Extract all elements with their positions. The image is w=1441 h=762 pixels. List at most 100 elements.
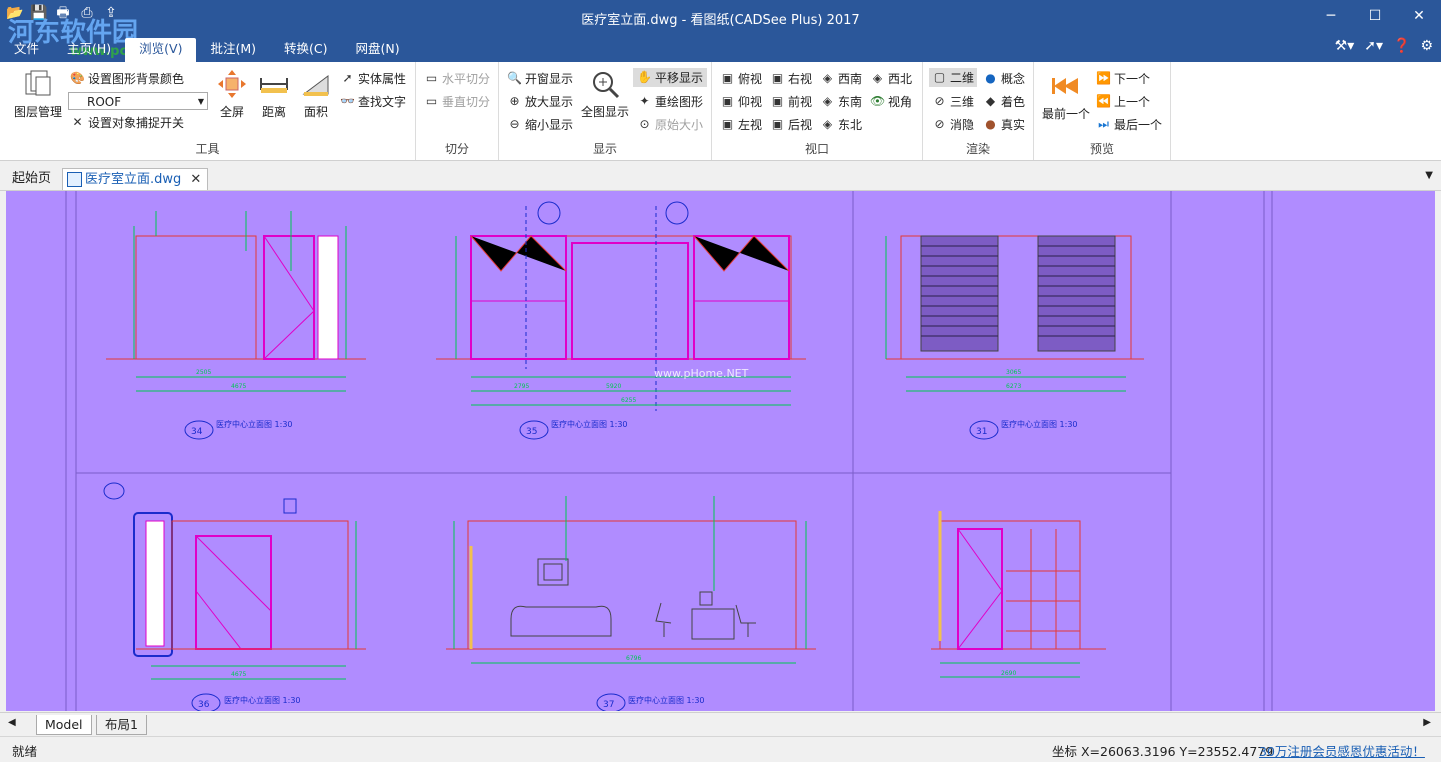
tab-model[interactable]: Model — [36, 715, 92, 735]
promo-link[interactable]: 30万注册会员感恩优惠活动！ — [1259, 741, 1425, 760]
view-front-button[interactable]: ▣ 前视 — [770, 93, 812, 110]
zoom-out-icon: ⊖ — [509, 117, 520, 131]
help-icon[interactable]: ❓ — [1393, 38, 1410, 54]
svg-text:3065: 3065 — [1006, 369, 1021, 376]
view-bottom-button[interactable]: ▣ 仰视 — [720, 93, 762, 110]
svg-text:2690: 2690 — [1001, 670, 1016, 677]
tab-layout1[interactable]: 布局1 — [96, 715, 147, 735]
next-button[interactable]: ⏩ 下一个 — [1096, 70, 1150, 87]
tab-document[interactable]: 医疗室立面.dwg ✕ — [62, 168, 209, 190]
render-concept-button[interactable]: ● 概念 — [983, 70, 1025, 87]
cube-shaded-icon: ◆ — [985, 94, 996, 108]
entity-props-button[interactable]: ➚ 实体属性 — [340, 70, 406, 87]
pan-button[interactable]: ✋ 平移显示 — [633, 68, 708, 87]
hand-icon: ✋ — [637, 70, 652, 84]
svg-text:2795: 2795 — [514, 383, 529, 390]
drawing-canvas[interactable]: 34 医疗中心立面图 1:30 2505 4675 35 医疗中心立面图 1:3… — [6, 191, 1435, 711]
tab-browse[interactable]: 浏览(V) — [125, 38, 197, 62]
tab-cloud[interactable]: 网盘(N) — [342, 38, 414, 62]
render-shaded-button[interactable]: ◆ 着色 — [983, 93, 1025, 110]
hidden-icon: ⊘ — [934, 117, 945, 131]
fullscreen-button[interactable]: 全屏 — [212, 68, 252, 120]
close-tab-icon[interactable]: ✕ — [190, 169, 201, 190]
vertical-split-button[interactable]: ▭ 垂直切分 — [424, 93, 490, 110]
document-tabs: 起始页 医疗室立面.dwg ✕ ▼ — [0, 165, 1441, 191]
tab-convert[interactable]: 转换(C) — [270, 38, 341, 62]
view-right-button[interactable]: ▣ 右视 — [770, 70, 812, 87]
regen-button[interactable]: ✦ 重绘图形 — [637, 93, 703, 110]
svg-text:36: 36 — [198, 700, 210, 710]
maximize-button[interactable]: ☐ — [1353, 0, 1397, 32]
window-zoom-button[interactable]: 🔍 开窗显示 — [507, 70, 573, 87]
area-button[interactable]: 面积 — [296, 68, 336, 120]
view-back-button[interactable]: ▣ 后视 — [770, 116, 812, 133]
iso-nw-icon: ◈ — [872, 71, 883, 85]
scroll-left-icon[interactable]: ◀ — [8, 717, 16, 728]
find-text-button[interactable]: 👓 查找文字 — [340, 93, 406, 110]
group-cut: ▭ 水平切分 ▭ 垂直切分 切分 — [416, 62, 499, 160]
chevron-down-icon: ▼ — [197, 97, 204, 106]
last-button[interactable]: ⏭ 最后一个 — [1096, 116, 1162, 133]
zoom-out-button[interactable]: ⊖ 缩小显示 — [507, 116, 573, 133]
dwg-file-icon — [67, 172, 82, 187]
svg-text:4675: 4675 — [231, 671, 246, 678]
zoom-extents-button[interactable]: 全图显示 — [579, 68, 631, 120]
tab-list-chevron-icon[interactable]: ▼ — [1425, 170, 1433, 181]
view-sw-button[interactable]: ◈ 西南 — [820, 70, 862, 87]
view-ne-button[interactable]: ◈ 东北 — [820, 116, 862, 133]
elevation-31: 31 医疗中心立面图 1:30 3065 6273 — [885, 235, 1144, 440]
elevation-37: 37 医疗中心立面图 1:30 6796 — [446, 496, 816, 711]
view-nw-button[interactable]: ◈ 西北 — [870, 70, 912, 87]
iso-se-icon: ◈ — [822, 94, 833, 108]
layer-combo[interactable]: ROOF ▼ — [68, 92, 208, 110]
tab-annotate[interactable]: 批注(M) — [196, 38, 270, 62]
svg-text:www.pHome.NET: www.pHome.NET — [654, 367, 749, 380]
snap-toggle-button[interactable]: ✕ 设置对象捕捉开关 — [70, 114, 184, 131]
iso-sw-icon: ◈ — [822, 71, 833, 85]
original-size-button[interactable]: ⊙ 原始大小 — [637, 116, 703, 133]
original-size-icon: ⊙ — [639, 117, 650, 131]
svg-text:医疗中心立面图 1:30: 医疗中心立面图 1:30 — [628, 695, 705, 705]
render-2d-button[interactable]: ▢ 二维 — [929, 68, 978, 87]
horizontal-split-button[interactable]: ▭ 水平切分 — [424, 70, 490, 87]
next-icon: ⏩ — [1096, 71, 1111, 85]
zoom-window-icon: 🔍 — [507, 71, 522, 85]
svg-text:医疗中心立面图 1:30: 医疗中心立面图 1:30 — [216, 419, 293, 429]
first-button[interactable]: 最前一个 — [1038, 70, 1094, 122]
prev-button[interactable]: ⏪ 上一个 — [1096, 93, 1150, 110]
tab-start-page[interactable]: 起始页 — [6, 168, 57, 189]
view-left-button[interactable]: ▣ 左视 — [720, 116, 762, 133]
elevation-right-bottom: 2690 — [931, 511, 1106, 678]
area-icon — [302, 75, 329, 96]
minimize-button[interactable]: ─ — [1309, 0, 1353, 32]
layers-icon — [25, 70, 51, 96]
status-bar: 就绪 坐标 X=26063.3196 Y=23552.4779 30万注册会员感… — [0, 736, 1441, 762]
close-button[interactable]: ✕ — [1397, 0, 1441, 32]
tab-home[interactable]: 主页(H) — [53, 38, 125, 62]
view-top-button[interactable]: ▣ 俯视 — [720, 70, 762, 87]
render-realistic-button[interactable]: ● 真实 — [983, 116, 1025, 133]
cube-back-icon: ▣ — [771, 117, 784, 131]
render-3d-button[interactable]: ⊘ 三维 — [932, 93, 974, 110]
sphere-real-icon: ● — [985, 117, 996, 131]
tab-file[interactable]: 文件 — [0, 38, 53, 62]
view-persp-button[interactable]: 👁 视角 — [870, 93, 912, 110]
svg-text:医疗中心立面图 1:30: 医疗中心立面图 1:30 — [1001, 419, 1078, 429]
svg-text:6273: 6273 — [1006, 383, 1021, 390]
settings-icon[interactable]: ⚙ — [1420, 38, 1433, 54]
pointer-icon[interactable]: ➚▾ — [1364, 38, 1383, 54]
layer-manager-button[interactable]: 图层管理 — [8, 68, 68, 120]
cube-left-icon: ▣ — [721, 117, 734, 131]
title-bar: 📂 💾 🖶 ⎙ ⇪ 河东软件园 www.pc0359.cn 医疗室立面.dwg … — [0, 0, 1441, 62]
render-hidden-button[interactable]: ⊘ 消隐 — [932, 116, 974, 133]
view-se-button[interactable]: ◈ 东南 — [820, 93, 862, 110]
tools-icon[interactable]: ⚒▾ — [1335, 38, 1355, 54]
scroll-right-icon[interactable]: ▶ — [1423, 717, 1431, 728]
svg-text:37: 37 — [603, 700, 614, 710]
distance-button[interactable]: 距离 — [254, 68, 294, 120]
svg-text:4675: 4675 — [231, 383, 246, 390]
menu-tabs: 文件 主页(H) 浏览(V) 批注(M) 转换(C) 网盘(N) — [0, 38, 414, 62]
eye-icon: 👁 — [870, 94, 886, 108]
set-bg-color-button[interactable]: 🎨 设置图形背景颜色 — [70, 70, 184, 87]
zoom-in-button[interactable]: ⊕ 放大显示 — [507, 93, 573, 110]
